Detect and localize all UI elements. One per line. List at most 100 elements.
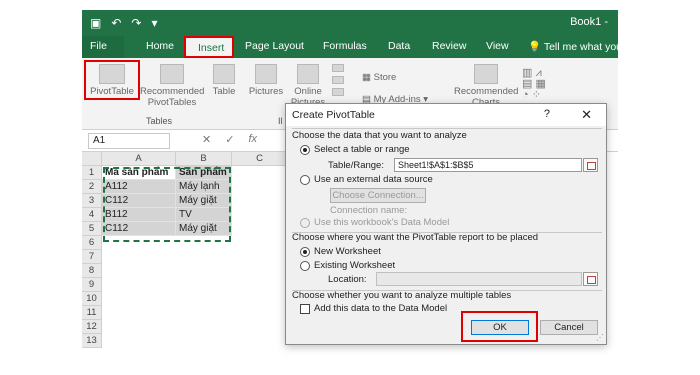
resize-grip-icon[interactable]: ⋰ xyxy=(596,333,604,342)
formula-buttons: ✕ ✓ fx xyxy=(202,133,257,146)
add-to-data-model-checkbox[interactable] xyxy=(300,304,310,314)
title-bar: ▣ ↶ ↷ ▾ Book1 - xyxy=(82,10,618,36)
cancel-formula-icon[interactable]: ✕ xyxy=(202,133,211,146)
close-icon[interactable]: ✕ xyxy=(581,107,592,123)
store-icon: ▦ xyxy=(362,72,371,83)
recommended-charts-icon xyxy=(474,64,498,84)
tell-me-search[interactable]: 💡 Tell me what you xyxy=(528,40,618,53)
row-header[interactable]: 1 xyxy=(82,166,102,180)
fx-icon[interactable]: fx xyxy=(248,133,257,146)
external-source-radio[interactable] xyxy=(300,175,310,185)
cell-a2[interactable]: A112 xyxy=(102,180,176,194)
tab-file[interactable]: File xyxy=(82,36,124,58)
data-model-radio[interactable] xyxy=(300,218,310,228)
shapes-button[interactable] xyxy=(328,64,348,98)
pictures-button[interactable]: Pictures xyxy=(246,64,286,97)
help-button[interactable]: ? xyxy=(544,108,550,120)
column-header-c[interactable]: C xyxy=(232,152,288,166)
pie-chart-icon: ◔ xyxy=(522,89,529,101)
location-collapse-icon[interactable] xyxy=(583,272,598,286)
table-range-input[interactable]: Sheet1!$A$1:$B$5 xyxy=(394,158,582,172)
row-header[interactable]: 11 xyxy=(82,306,102,320)
row-header[interactable]: 3 xyxy=(82,194,102,208)
dialog-title-bar: Create PivotTable xyxy=(286,104,606,126)
save-icon[interactable]: ▣ xyxy=(90,16,101,30)
store-button[interactable]: ▦ Store xyxy=(362,72,396,83)
tab-data[interactable]: Data xyxy=(388,40,410,52)
external-source-label[interactable]: Use an external data source xyxy=(314,174,433,185)
row-header[interactable]: 7 xyxy=(82,250,102,264)
redo-icon[interactable]: ↷ xyxy=(131,16,141,30)
ribbon-tabs: File Home Insert Page Layout Formulas Da… xyxy=(82,36,618,58)
dialog-title: Create PivotTable xyxy=(292,109,375,121)
chart-type-buttons[interactable]: ▥ ⩘ ▤ ▦ ◔ ⁘ xyxy=(522,68,562,101)
quick-access-toolbar: ▣ ↶ ↷ ▾ xyxy=(90,16,158,30)
row-header[interactable]: 8 xyxy=(82,264,102,278)
recommended-pivottables-label-1: Recommended xyxy=(140,86,205,97)
data-model-label[interactable]: Use this workbook's Data Model xyxy=(314,217,449,228)
recommended-charts-button[interactable]: Recommended Charts xyxy=(454,64,518,108)
connection-name-label: Connection name: xyxy=(330,205,408,216)
table-button[interactable]: Table xyxy=(206,64,242,97)
cell-a3[interactable]: C112 xyxy=(102,194,176,208)
recommended-pivottables-icon xyxy=(160,64,184,84)
existing-worksheet-radio[interactable] xyxy=(300,261,310,271)
recommended-pivottables-button[interactable]: Recommended PivotTables xyxy=(140,64,204,108)
tab-insert[interactable]: Insert xyxy=(184,36,234,58)
cell-a4[interactable]: B112 xyxy=(102,208,176,222)
customize-qat-icon[interactable]: ▾ xyxy=(151,16,157,30)
section-multiple-tables-label: Choose whether you want to analyze multi… xyxy=(292,290,512,301)
cell-b2[interactable]: Máy lạnh xyxy=(176,180,232,194)
row-header[interactable]: 2 xyxy=(82,180,102,194)
tab-view[interactable]: View xyxy=(486,40,509,52)
shapes-icon xyxy=(332,64,344,72)
tab-page-layout[interactable]: Page Layout xyxy=(245,40,304,52)
online-pictures-button[interactable]: Online Pictures xyxy=(288,64,328,108)
column-header-a[interactable]: A xyxy=(102,152,176,166)
name-box[interactable]: A1 xyxy=(88,133,170,149)
table-label: Table xyxy=(212,86,236,97)
table-range-label: Table/Range: xyxy=(328,160,384,171)
row-header[interactable]: 13 xyxy=(82,334,102,348)
cell-b1[interactable]: Sản phẩm xyxy=(176,166,232,180)
location-input[interactable] xyxy=(376,272,582,286)
row-header[interactable]: 10 xyxy=(82,292,102,306)
tab-formulas[interactable]: Formulas xyxy=(323,40,367,52)
tab-review[interactable]: Review xyxy=(432,40,466,52)
add-to-data-model-label[interactable]: Add this data to the Data Model xyxy=(314,303,447,314)
pictures-icon xyxy=(255,64,277,84)
recommended-pivottables-label-2: PivotTables xyxy=(147,97,197,108)
collapse-range-icon[interactable] xyxy=(583,158,598,172)
choose-connection-button[interactable]: Choose Connection... xyxy=(330,188,426,203)
screenshot-icon xyxy=(332,88,344,96)
pivottable-highlight xyxy=(84,60,140,100)
cell-b4[interactable]: TV xyxy=(176,208,232,222)
scatter-chart-icon: ⁘ xyxy=(531,89,541,101)
new-worksheet-radio[interactable] xyxy=(300,247,310,257)
smartart-icon xyxy=(332,76,344,84)
select-table-label[interactable]: Select a table or range xyxy=(314,144,410,155)
cell-b3[interactable]: Máy giặt xyxy=(176,194,232,208)
row-header[interactable]: 5 xyxy=(82,222,102,236)
cancel-button[interactable]: Cancel xyxy=(540,320,598,335)
tell-me-label: Tell me what you xyxy=(543,41,618,53)
group-label-tables: Tables xyxy=(146,116,173,126)
section-data-source-label: Choose the data that you want to analyze xyxy=(292,130,467,141)
enter-formula-icon[interactable]: ✓ xyxy=(225,133,234,146)
row-header[interactable]: 9 xyxy=(82,278,102,292)
cell-a5[interactable]: C112 xyxy=(102,222,176,236)
undo-icon[interactable]: ↶ xyxy=(111,16,121,30)
select-table-radio[interactable] xyxy=(300,145,310,155)
row-header[interactable]: 6 xyxy=(82,236,102,250)
lightbulb-icon: 💡 xyxy=(528,41,542,53)
cell-a1[interactable]: Mã sản phẩm xyxy=(102,166,176,180)
column-header-b[interactable]: B xyxy=(176,152,232,166)
window-title: Book1 - xyxy=(570,16,608,28)
existing-worksheet-label[interactable]: Existing Worksheet xyxy=(314,260,395,271)
select-all-corner[interactable] xyxy=(82,152,102,166)
row-header[interactable]: 4 xyxy=(82,208,102,222)
new-worksheet-label[interactable]: New Worksheet xyxy=(314,246,381,257)
cell-b5[interactable]: Máy giặt xyxy=(176,222,232,236)
tab-home[interactable]: Home xyxy=(146,40,174,52)
row-header[interactable]: 12 xyxy=(82,320,102,334)
